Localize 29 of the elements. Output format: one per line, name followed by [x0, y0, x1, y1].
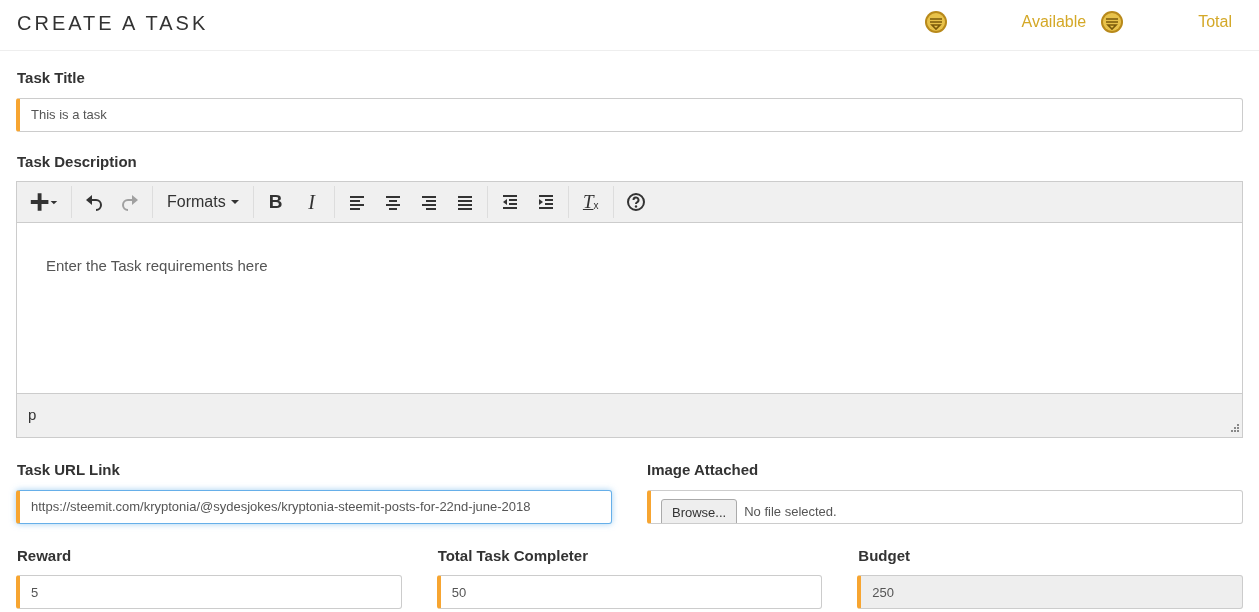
field-label: Budget [858, 545, 911, 566]
file-input[interactable]: Browse... No file selected. [647, 489, 1243, 524]
input-field[interactable]: This is a task [16, 97, 1243, 132]
total-label: Total [1198, 12, 1232, 32]
element-path: p [28, 405, 37, 426]
field-label: Task URL Link [17, 460, 121, 480]
page-title: CREATE A TASK [17, 11, 209, 36]
resize-handle-icon[interactable] [1229, 424, 1239, 434]
italic-button[interactable]: I [293, 187, 330, 217]
browse-button[interactable]: Browse... [661, 498, 738, 523]
field-label: Task Title [17, 68, 86, 88]
coin-icon [1100, 10, 1125, 34]
field-label: Image Attached [647, 460, 760, 480]
input-field[interactable]: 5 [16, 575, 402, 609]
input-field[interactable]: https://steemit.com/kryptonia/@sydesjokes/kryptonia-steemit-posts-for-22nd-june-2018 [16, 489, 612, 524]
caret-icon [230, 200, 239, 204]
field-label: Total Task Completer [437, 545, 589, 566]
field-label: Reward [17, 545, 73, 566]
coin-icon [923, 10, 948, 34]
editor-placeholder[interactable]: Enter the Task requirements here [46, 257, 268, 274]
input-field[interactable]: 50 [436, 575, 823, 609]
field-label: Task Description [17, 151, 138, 172]
bold-button[interactable]: B [257, 187, 294, 217]
file-status: No file selected. [744, 503, 837, 521]
help-icon [624, 192, 647, 212]
plus-icon [29, 191, 59, 213]
formats-dropdown[interactable]: Formats [157, 187, 249, 217]
clear-formatting-button[interactable]: Tx [572, 187, 609, 217]
available-label: Available [1021, 12, 1087, 32]
